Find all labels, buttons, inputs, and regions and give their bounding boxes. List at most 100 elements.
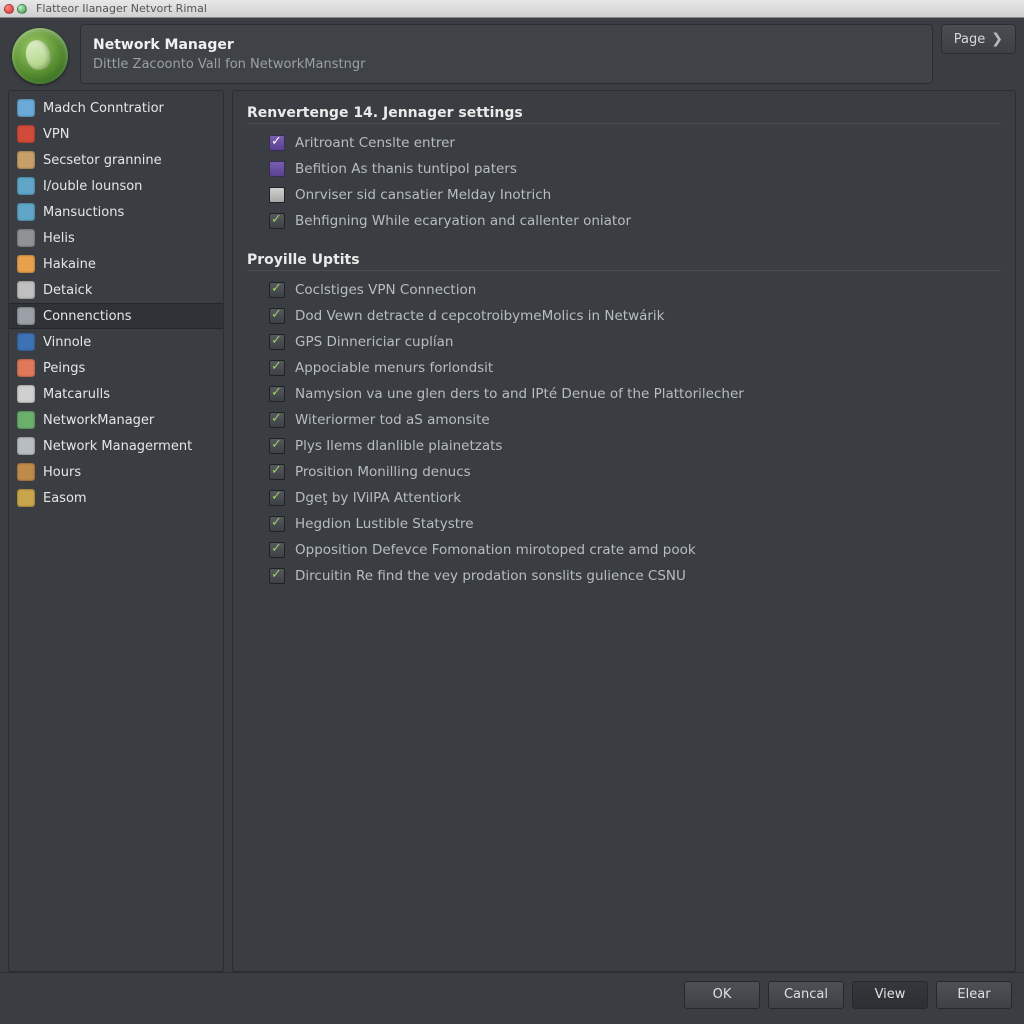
page-title: Network Manager <box>93 37 920 53</box>
option-row: GPS Dinnericiar cuplían <box>247 329 1001 355</box>
window-title: Flatteor Ilanager Netvort Rimal <box>36 2 207 15</box>
checkbox[interactable] <box>269 360 285 376</box>
sidebar-item-11[interactable]: Matcarulls <box>9 381 223 407</box>
terminal-icon <box>17 177 35 195</box>
sidebar-item-8[interactable]: Connenctions <box>9 303 223 329</box>
checkbox[interactable] <box>269 412 285 428</box>
sidebar-item-label: Connenctions <box>43 309 132 324</box>
checkbox[interactable] <box>269 135 285 151</box>
checkbox[interactable] <box>269 282 285 298</box>
minimize-icon[interactable] <box>17 4 27 14</box>
sidebar-item-label: Mansuctions <box>43 205 124 220</box>
option-label: Dgeţ by IVilPA Attentiork <box>295 490 461 506</box>
option-row: Appociable menurs forlondsit <box>247 355 1001 381</box>
calendar-icon <box>17 203 35 221</box>
sidebar-item-0[interactable]: Madch Conntratior <box>9 95 223 121</box>
sidebar-item-10[interactable]: Peings <box>9 355 223 381</box>
clear-button[interactable]: Elear <box>936 981 1012 1009</box>
sidebar-item-label: Hours <box>43 465 81 480</box>
option-label: Dod Vewn detracte d cepcotroibymeMolics … <box>295 308 665 324</box>
checkbox[interactable] <box>269 308 285 324</box>
option-label: GPS Dinnericiar cuplían <box>295 334 454 350</box>
checkbox[interactable] <box>269 464 285 480</box>
sidebar-item-4[interactable]: Mansuctions <box>9 199 223 225</box>
checkbox[interactable] <box>269 490 285 506</box>
sidebar-item-label: Network Managerment <box>43 439 192 454</box>
option-row: Plys Ilems dlanlible plainetzats <box>247 433 1001 459</box>
sidebar-item-9[interactable]: Vinnole <box>9 329 223 355</box>
view-button[interactable]: View <box>852 981 928 1009</box>
sidebar-item-5[interactable]: Helis <box>9 225 223 251</box>
close-icon[interactable] <box>4 4 14 14</box>
option-row: Dircuitin Re find the vey prodation sons… <box>247 563 1001 589</box>
chevron-right-icon: ❯ <box>991 31 1003 47</box>
gear-icon <box>17 281 35 299</box>
sidebar-item-12[interactable]: NetworkManager <box>9 407 223 433</box>
section-title-1: Proyille Uptits <box>247 248 1001 271</box>
flame-icon <box>17 255 35 273</box>
document-icon <box>17 437 35 455</box>
option-row: Opposition Defevce Fomonation mirotoped … <box>247 537 1001 563</box>
sidebar-item-13[interactable]: Network Managerment <box>9 433 223 459</box>
option-label: Namysion va une glen ders to and IPté De… <box>295 386 744 402</box>
sidebar-item-label: VPN <box>43 127 69 142</box>
option-row: Witeriormer tod aS amonsite <box>247 407 1001 433</box>
option-label: Appociable menurs forlondsit <box>295 360 493 376</box>
ok-button[interactable]: OK <box>684 981 760 1009</box>
chat-icon <box>17 359 35 377</box>
checkbox[interactable] <box>269 386 285 402</box>
sidebar-item-label: Vinnole <box>43 335 91 350</box>
window-titlebar: Flatteor Ilanager Netvort Rimal <box>0 0 1024 18</box>
sidebar-item-label: I/ouble lounson <box>43 179 142 194</box>
sidebar-item-6[interactable]: Hakaine <box>9 251 223 277</box>
sidebar-item-1[interactable]: VPN <box>9 121 223 147</box>
sidebar-item-label: Peings <box>43 361 85 376</box>
globe-gear-icon <box>17 99 35 117</box>
plug-icon <box>17 307 35 325</box>
drive-icon <box>17 151 35 169</box>
sidebar-item-3[interactable]: I/ouble lounson <box>9 173 223 199</box>
main-panel: Renvertenge 14. Jennager settings Aritroa… <box>232 90 1016 972</box>
app-logo-icon <box>12 28 68 84</box>
sidebar-item-label: NetworkManager <box>43 413 154 428</box>
sidebar-item-label: Madch Conntratior <box>43 101 164 116</box>
option-label: Coclstiges VPN Connection <box>295 282 476 298</box>
briefcase-icon <box>17 463 35 481</box>
option-row: Dgeţ by IVilPA Attentiork <box>247 485 1001 511</box>
section-title-0: Renvertenge 14. Jennager settings <box>247 101 1001 124</box>
cancel-button[interactable]: Cancal <box>768 981 844 1009</box>
checkbox[interactable] <box>269 334 285 350</box>
checkbox[interactable] <box>269 213 285 229</box>
option-row: Coclstiges VPN Connection <box>247 277 1001 303</box>
sidebar-item-label: Helis <box>43 231 75 246</box>
checkbox[interactable] <box>269 187 285 203</box>
toolbox-icon <box>17 385 35 403</box>
page-subtitle: Dittle Zacoonto Vall fon NetworkManstngr <box>93 57 920 72</box>
option-label: Opposition Defevce Fomonation mirotoped … <box>295 542 696 558</box>
option-row: Aritroant Censlte entrer <box>247 130 1001 156</box>
option-row: Befition As thanis tuntipol paters <box>247 156 1001 182</box>
option-label: Hegdion Lustible Statystre <box>295 516 474 532</box>
header-panel: Network Manager Dittle Zacoonto Vall fon… <box>80 24 933 84</box>
checkbox[interactable] <box>269 568 285 584</box>
sidebar-item-label: Easom <box>43 491 87 506</box>
page-button-label: Page <box>954 32 985 47</box>
option-row: Behfigning While ecaryation and callente… <box>247 208 1001 234</box>
package-icon <box>17 489 35 507</box>
checkbox[interactable] <box>269 438 285 454</box>
sidebar-item-2[interactable]: Secsetor grannine <box>9 147 223 173</box>
checkbox[interactable] <box>269 542 285 558</box>
sidebar-item-14[interactable]: Hours <box>9 459 223 485</box>
option-label: Befition As thanis tuntipol paters <box>295 161 517 177</box>
option-row: Namysion va une glen ders to and IPté De… <box>247 381 1001 407</box>
checkbox[interactable] <box>269 161 285 177</box>
option-label: Plys Ilems dlanlible plainetzats <box>295 438 502 454</box>
page-button[interactable]: Page ❯ <box>941 24 1016 54</box>
sidebar-item-15[interactable]: Easom <box>9 485 223 511</box>
checkbox[interactable] <box>269 516 285 532</box>
sidebar-item-label: Hakaine <box>43 257 96 272</box>
option-label: Dircuitin Re find the vey prodation sons… <box>295 568 686 584</box>
option-row: Hegdion Lustible Statystre <box>247 511 1001 537</box>
sidebar-item-label: Detaick <box>43 283 92 298</box>
sidebar-item-7[interactable]: Detaick <box>9 277 223 303</box>
